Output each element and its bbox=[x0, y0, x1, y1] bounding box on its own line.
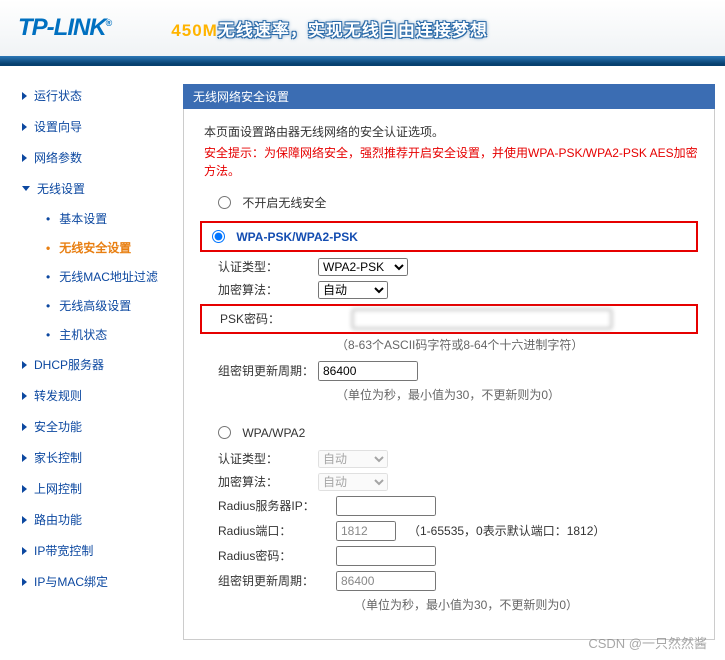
triangle-icon bbox=[22, 485, 27, 493]
radio-wpa-psk[interactable] bbox=[212, 230, 225, 243]
nav-wireless-mac-filter[interactable]: 无线MAC地址过滤 bbox=[0, 262, 175, 291]
radio-no-security[interactable] bbox=[218, 196, 231, 209]
nav-network-params[interactable]: 网络参数 bbox=[0, 142, 175, 173]
triangle-icon bbox=[22, 186, 30, 191]
nav-wireless-advanced[interactable]: 无线高级设置 bbox=[0, 291, 175, 320]
nav-ip-mac-bind[interactable]: IP与MAC绑定 bbox=[0, 566, 175, 597]
nav-dhcp[interactable]: DHCP服务器 bbox=[0, 349, 175, 380]
enc-algo-label: 加密算法： bbox=[218, 281, 318, 298]
nav-wireless-host-status[interactable]: 主机状态 bbox=[0, 320, 175, 349]
nav-wireless[interactable]: 无线设置 bbox=[0, 173, 175, 204]
brand-logo: TP-LINK® bbox=[18, 14, 111, 42]
radio-wpa[interactable] bbox=[218, 426, 231, 439]
security-warning: 安全提示：为保障网络安全，强烈推荐开启安全设置，并使用WPA-PSK/WPA2-… bbox=[204, 144, 698, 180]
nav-access-control[interactable]: 上网控制 bbox=[0, 473, 175, 504]
wpa-enc-algo-select[interactable]: 自动 bbox=[318, 473, 388, 491]
wpa-auth-type-label: 认证类型： bbox=[218, 450, 318, 467]
nav-running-status[interactable]: 运行状态 bbox=[0, 80, 175, 111]
triangle-icon bbox=[22, 578, 27, 586]
triangle-icon bbox=[22, 547, 27, 555]
content: 无线网络安全设置 本页面设置路由器无线网络的安全认证选项。 安全提示：为保障网络… bbox=[175, 66, 725, 660]
triangle-icon bbox=[22, 123, 27, 131]
nav-forwarding[interactable]: 转发规则 bbox=[0, 380, 175, 411]
psk-highlight-box: PSK密码： bbox=[200, 304, 698, 334]
radio-wpa-psk-label: WPA-PSK/WPA2-PSK bbox=[236, 230, 358, 244]
triangle-icon bbox=[22, 92, 27, 100]
header-wave bbox=[0, 56, 725, 66]
triangle-icon bbox=[22, 392, 27, 400]
radius-pwd-input[interactable] bbox=[336, 546, 436, 566]
triangle-icon bbox=[22, 154, 27, 162]
intro-text: 本页面设置路由器无线网络的安全认证选项。 bbox=[204, 123, 698, 140]
wpa-auth-type-select[interactable]: 自动 bbox=[318, 450, 388, 468]
radius-port-input[interactable] bbox=[336, 521, 396, 541]
triangle-icon bbox=[22, 454, 27, 462]
header: TP-LINK® 450M无线速率，实现无线自由连接梦想 bbox=[0, 0, 725, 66]
nav-parental[interactable]: 家长控制 bbox=[0, 442, 175, 473]
radio-no-security-label: 不开启无线安全 bbox=[242, 196, 326, 210]
nav-wireless-security[interactable]: 无线安全设置 bbox=[0, 233, 175, 262]
wpa-group-rekey-input[interactable] bbox=[336, 571, 436, 591]
wpa-group-rekey-hint: （单位为秒，最小值为30，不更新则为0） bbox=[354, 596, 698, 613]
enc-algo-select[interactable]: 自动 bbox=[318, 281, 388, 299]
triangle-icon bbox=[22, 423, 27, 431]
sidebar: 运行状态 设置向导 网络参数 无线设置 基本设置 无线安全设置 无线MAC地址过… bbox=[0, 66, 175, 660]
radius-port-label: Radius端口： bbox=[218, 522, 336, 539]
group-rekey-label: 组密钥更新周期： bbox=[218, 362, 318, 379]
auth-type-select[interactable]: WPA2-PSK bbox=[318, 258, 408, 276]
panel-title: 无线网络安全设置 bbox=[183, 84, 715, 109]
nav-setup-wizard[interactable]: 设置向导 bbox=[0, 111, 175, 142]
radius-port-hint: （1-65535，0表示默认端口：1812） bbox=[408, 522, 605, 539]
triangle-icon bbox=[22, 516, 27, 524]
radius-ip-input[interactable] bbox=[336, 496, 436, 516]
nav-wireless-basic[interactable]: 基本设置 bbox=[0, 204, 175, 233]
psk-password-input[interactable] bbox=[352, 309, 612, 329]
wpa-psk-highlight-box: WPA-PSK/WPA2-PSK bbox=[200, 221, 698, 252]
psk-password-label: PSK密码： bbox=[220, 310, 320, 327]
auth-type-label: 认证类型： bbox=[218, 258, 318, 275]
triangle-icon bbox=[22, 361, 27, 369]
slogan: 450M无线速率，实现无线自由连接梦想 bbox=[171, 16, 488, 41]
radius-pwd-label: Radius密码： bbox=[218, 547, 336, 564]
wpa-enc-algo-label: 加密算法： bbox=[218, 473, 318, 490]
nav-bandwidth[interactable]: IP带宽控制 bbox=[0, 535, 175, 566]
psk-hint: （8-63个ASCII码字符或8-64个十六进制字符） bbox=[336, 336, 698, 353]
nav-security[interactable]: 安全功能 bbox=[0, 411, 175, 442]
radius-ip-label: Radius服务器IP： bbox=[218, 497, 336, 514]
group-rekey-hint: （单位为秒，最小值为30，不更新则为0） bbox=[336, 386, 698, 403]
wpa-group-rekey-label: 组密钥更新周期： bbox=[218, 572, 336, 589]
group-rekey-input[interactable] bbox=[318, 361, 418, 381]
radio-wpa-label: WPA/WPA2 bbox=[242, 426, 305, 440]
nav-routing[interactable]: 路由功能 bbox=[0, 504, 175, 535]
